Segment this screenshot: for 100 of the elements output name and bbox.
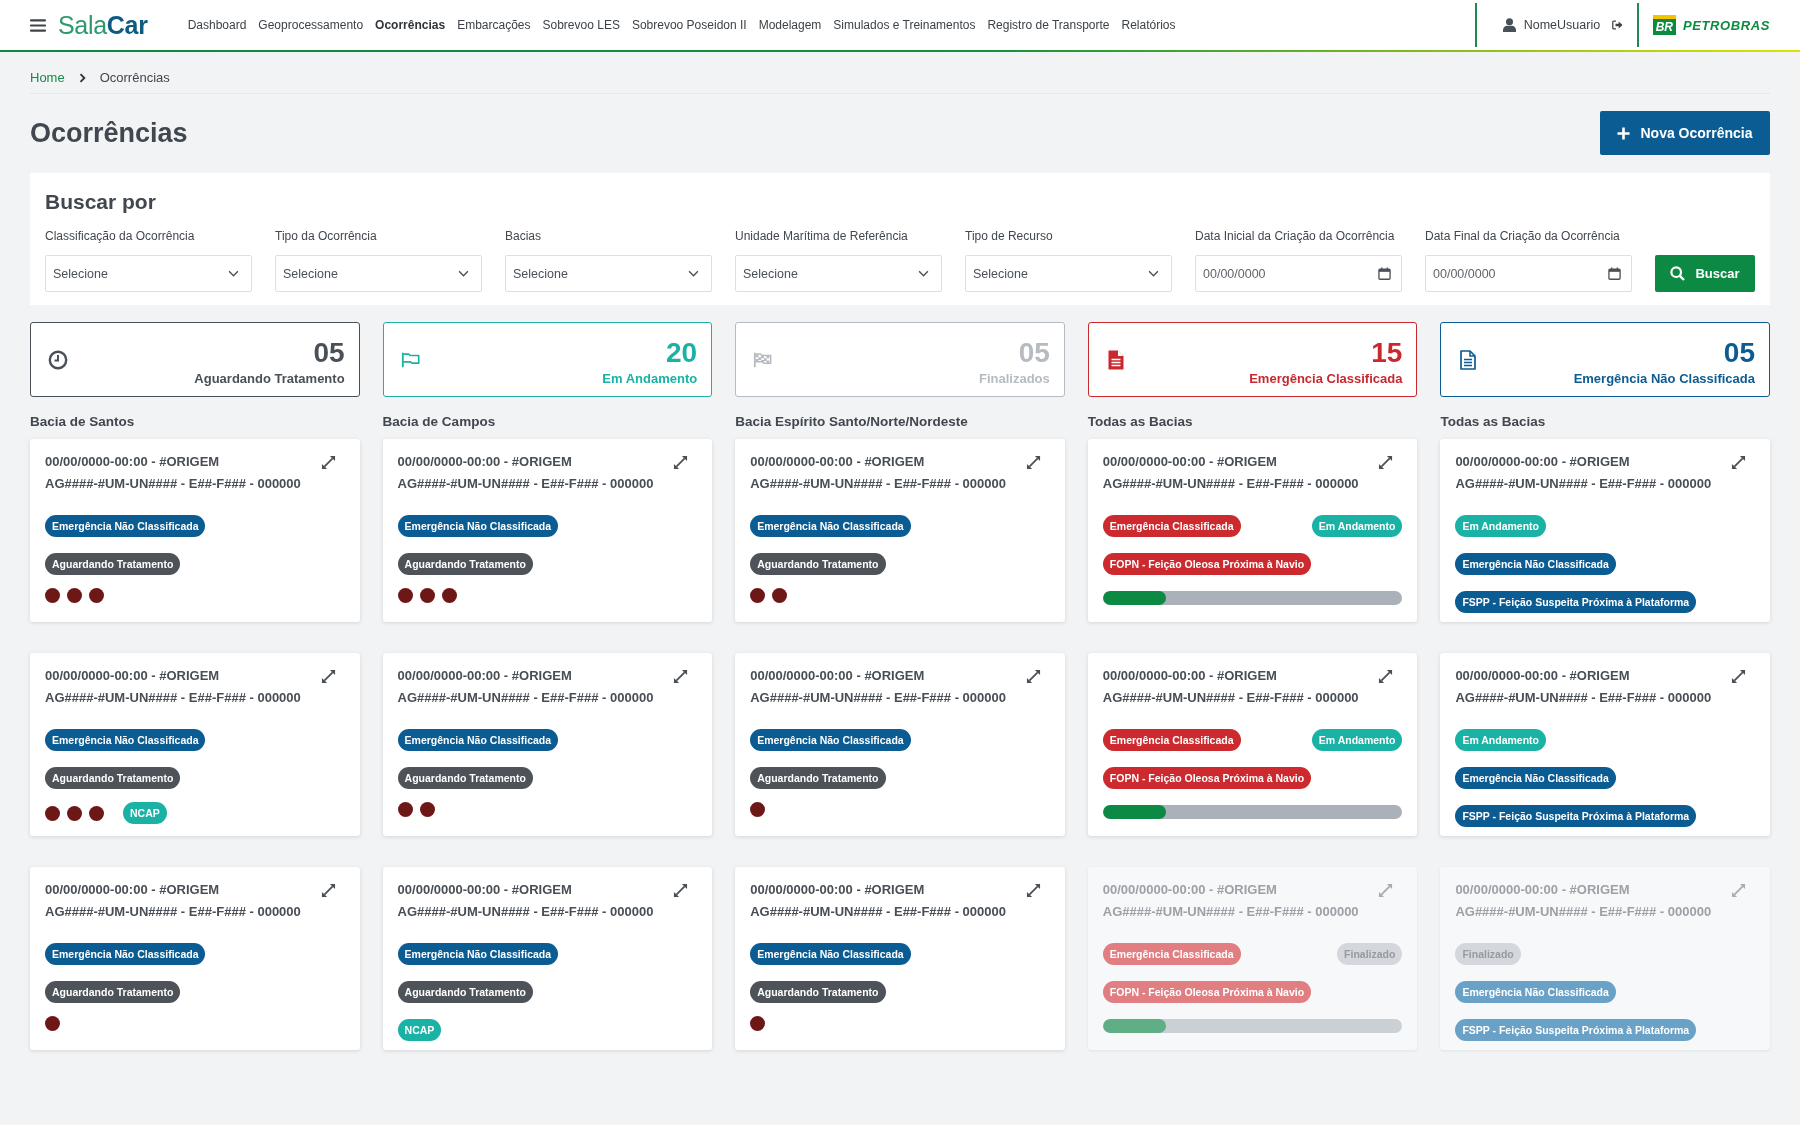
expand-icon[interactable] — [673, 882, 689, 898]
field-label: Bacias — [505, 228, 543, 244]
search-button[interactable]: Buscar — [1655, 255, 1755, 292]
field-label: Tipo da Ocorrência — [275, 228, 378, 244]
plus-icon — [1617, 126, 1631, 140]
select-field[interactable]: Selecione — [735, 255, 942, 292]
expand-icon[interactable] — [1025, 454, 1041, 470]
stat-count: 05 — [1018, 338, 1050, 368]
expand-icon[interactable] — [673, 454, 689, 470]
status-tag: Emergência Classificada — [1102, 515, 1241, 537]
select-field[interactable]: Selecione — [965, 255, 1172, 292]
nav-link[interactable]: Relatórios — [1121, 18, 1176, 32]
nav-link[interactable]: Sobrevoo Poseidon II — [631, 18, 747, 32]
nav-link[interactable]: Geoprocessamento — [258, 18, 364, 32]
brand-name: PETROBRAS — [1682, 17, 1770, 33]
status-tag: FSPP - Feição Suspeita Próxima à Plataforma — [1455, 805, 1697, 827]
logo-mark: BR — [1652, 15, 1676, 35]
status-tag: Aguardando Tratamento — [750, 767, 886, 789]
status-tag: Aguardando Tratamento — [45, 767, 181, 789]
status-tag: Aguardando Tratamento — [750, 981, 886, 1003]
nav-link[interactable]: Registro de Transporte — [987, 18, 1110, 32]
status-tag: NCAP — [123, 802, 167, 824]
stat-label: Aguardando Tratamento — [194, 371, 345, 387]
column-title: Bacia de Santos — [30, 413, 136, 431]
status-tag: FSPP - Feição Suspeita Próxima à Plataforma — [1455, 591, 1697, 613]
occurrence-code: AG####-#UM-UN#### - E##-F### - 000000 — [750, 475, 1007, 493]
status-tag: FOPN - Feição Oleosa Próxima à Navio — [1102, 767, 1312, 789]
page-title: Ocorrências — [30, 117, 188, 150]
nav-link[interactable]: Sobrevoo LES — [542, 18, 620, 32]
user-name[interactable]: NomeUsuario — [1523, 18, 1601, 32]
column-title: Todas as Bacias — [1087, 413, 1194, 431]
breadcrumb-link[interactable]: Home — [30, 68, 65, 88]
expand-icon[interactable] — [1378, 668, 1394, 684]
occurrence-date: 00/00/0000-00:00 - #ORIGEM — [45, 881, 220, 899]
expand-icon[interactable] — [320, 668, 336, 684]
status-tag: Emergência Não Classificada — [750, 943, 911, 965]
occurrence-code: AG####-#UM-UN#### - E##-F### - 000000 — [45, 475, 302, 493]
status-tag: Em Andamento — [1455, 729, 1546, 751]
menu-icon[interactable] — [30, 18, 46, 32]
new-occurrence-button[interactable]: Nova Ocorrência — [1600, 111, 1770, 155]
status-tag: Emergência Não Classificada — [397, 515, 559, 537]
occurrence-date: 00/00/0000-00:00 - #ORIGEM — [45, 667, 220, 685]
expand-icon[interactable] — [1025, 668, 1041, 684]
status-tag: Finalizado — [1455, 943, 1521, 965]
expand-icon[interactable] — [1378, 454, 1394, 470]
stat-card[interactable]: 05 Emergência Não Classificada — [1440, 322, 1770, 397]
occurrence-code: AG####-#UM-UN#### - E##-F### - 000000 — [1455, 689, 1713, 707]
stat-count: 20 — [666, 338, 698, 368]
occurrence-code: AG####-#UM-UN#### - E##-F### - 000000 — [45, 689, 302, 707]
expand-icon[interactable] — [1731, 454, 1746, 470]
field-label: Tipo de Recurso — [965, 228, 1054, 244]
occurrence-code: AG####-#UM-UN#### - E##-F### - 000000 — [1455, 903, 1713, 921]
date-field[interactable]: 00/00/0000 — [1195, 255, 1402, 292]
status-tag: FOPN - Feição Oleosa Próxima à Navio — [1102, 981, 1312, 1003]
status-tag: Aguardando Tratamento — [45, 981, 181, 1003]
status-tag: Aguardando Tratamento — [750, 553, 886, 575]
column-title: Todas as Bacias — [1440, 413, 1547, 431]
date-field[interactable]: 00/00/0000 — [1425, 255, 1632, 292]
calendar-icon[interactable] — [1378, 267, 1391, 280]
stat-count: 05 — [1723, 338, 1755, 368]
chevron-down-icon — [918, 270, 929, 277]
occurrence-date: 00/00/0000-00:00 - #ORIGEM — [45, 453, 220, 471]
app-logo[interactable]: SalaCar — [58, 10, 148, 40]
status-tag: Emergência Não Classificada — [1455, 767, 1616, 789]
occurrence-date: 00/00/0000-00:00 - #ORIGEM — [750, 667, 925, 685]
chevron-down-icon — [1148, 270, 1159, 277]
expand-icon[interactable] — [320, 454, 336, 470]
field-label: Data Inicial da Criação da Ocorrência — [1195, 228, 1396, 244]
chevron-right-icon — [78, 73, 86, 83]
status-tag: Emergência Não Classificada — [750, 729, 911, 751]
occurrence-code: AG####-#UM-UN#### - E##-F### - 000000 — [397, 903, 655, 921]
expand-icon[interactable] — [1025, 882, 1041, 898]
expand-icon[interactable] — [320, 882, 336, 898]
stat-label: Em Andamento — [602, 371, 698, 387]
select-field[interactable]: Selecione — [275, 255, 482, 292]
occurrence-date: 00/00/0000-00:00 - #ORIGEM — [1102, 881, 1277, 899]
nav-link[interactable]: Simulados e Treinamentos — [833, 18, 976, 32]
stat-card[interactable]: 15 Emergência Classificada — [1087, 322, 1418, 397]
occurrence-date: 00/00/0000-00:00 - #ORIGEM — [750, 881, 925, 899]
status-tag: Emergência Não Classificada — [45, 729, 206, 751]
occurrence-date: 00/00/0000-00:00 - #ORIGEM — [1455, 667, 1630, 685]
stat-card[interactable]: 05 Aguardando Tratamento — [30, 322, 360, 397]
select-field[interactable]: Selecione — [505, 255, 712, 292]
status-tag: Emergência Não Classificada — [397, 729, 559, 751]
logout-icon[interactable] — [1612, 20, 1624, 30]
calendar-icon[interactable] — [1608, 267, 1621, 280]
expand-icon[interactable] — [673, 668, 689, 684]
status-tag: Aguardando Tratamento — [45, 553, 181, 575]
occurrence-code: AG####-#UM-UN#### - E##-F### - 000000 — [1102, 689, 1360, 707]
nav-link[interactable]: Embarcações — [457, 18, 531, 32]
expand-icon[interactable] — [1731, 668, 1746, 684]
document-icon — [1458, 349, 1479, 370]
nav-link[interactable]: Dashboard — [187, 18, 247, 32]
nav-link[interactable]: Modelagem — [758, 18, 822, 32]
status-tag: Emergência Não Classificada — [45, 515, 206, 537]
status-tag: Em Andamento — [1311, 729, 1403, 751]
stat-label: Finalizados — [979, 371, 1050, 387]
search-icon — [1670, 266, 1686, 281]
nav-link[interactable]: Ocorrências — [375, 18, 446, 32]
select-field[interactable]: Selecione — [45, 255, 252, 292]
